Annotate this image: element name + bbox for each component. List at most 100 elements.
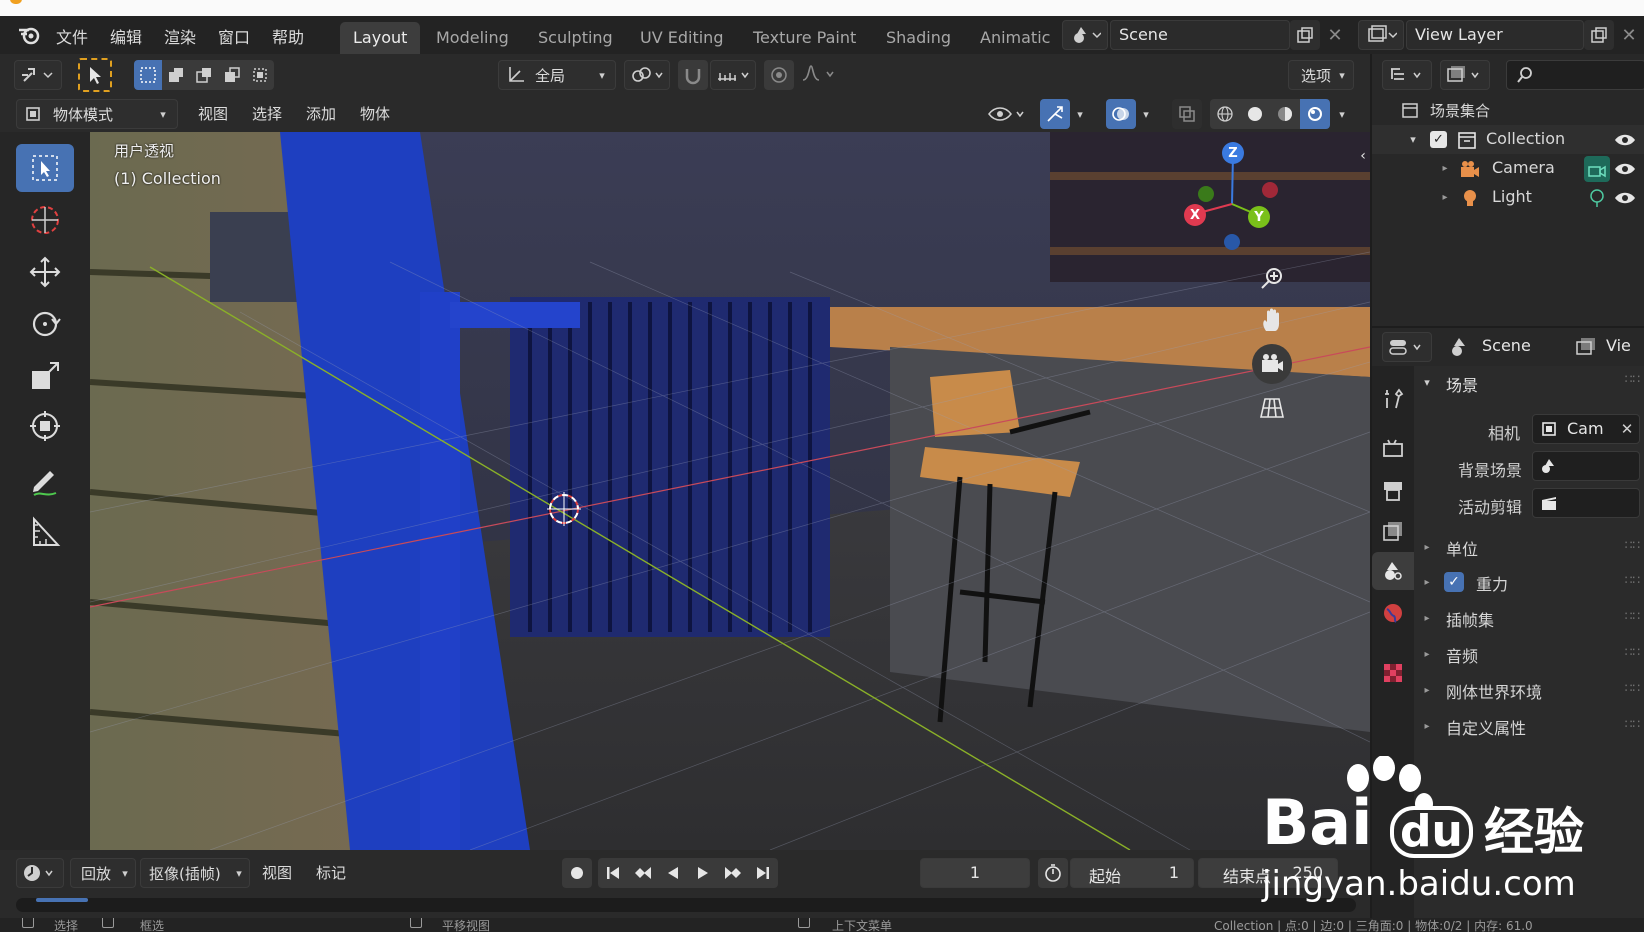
menu-select[interactable]: 选择 [252, 103, 282, 124]
menu-object[interactable]: 物体 [360, 103, 390, 124]
scene-selector-button[interactable] [1062, 20, 1108, 50]
3d-viewport[interactable]: 用户透视 (1) Collection Z X Y ‹ [90, 132, 1370, 850]
outliner-row-collection[interactable]: ▾ ✓ Collection [1372, 125, 1644, 154]
chevron-down-icon[interactable]: ▾ [1136, 102, 1156, 126]
light-data-icon[interactable] [1584, 187, 1610, 209]
tab-shading[interactable]: Shading [873, 22, 964, 54]
play-icon[interactable] [688, 858, 718, 888]
camera-data-icon[interactable] [1584, 156, 1610, 182]
properties-editor-type-button[interactable] [1382, 332, 1432, 362]
chevron-down-icon[interactable]: ▾ [1070, 102, 1090, 126]
expand-arrow-icon[interactable]: ▾ [1406, 131, 1420, 147]
gizmo-toggle-icon[interactable] [1040, 99, 1070, 129]
annotate-tool[interactable] [16, 458, 74, 506]
section-rigid-body-world[interactable]: 刚体世界环境 [1446, 679, 1542, 703]
timeline-scrubber[interactable] [16, 898, 1356, 912]
active-clip-field[interactable] [1532, 488, 1640, 518]
eye-icon[interactable] [1612, 129, 1638, 151]
delete-scene-icon[interactable]: ✕ [1322, 20, 1348, 50]
outliner-row-light[interactable]: ▸ Light [1372, 183, 1644, 212]
new-view-layer-icon[interactable] [1584, 20, 1614, 50]
gizmo-z-axis[interactable]: Z [1222, 142, 1244, 164]
display-mode-button[interactable] [1440, 60, 1490, 90]
new-scene-icon[interactable] [1290, 20, 1320, 50]
menu-window[interactable]: 窗口 [218, 24, 250, 48]
section-expand-icon[interactable]: ▸ [1420, 574, 1434, 590]
camera-view-icon[interactable] [1252, 344, 1292, 384]
outliner-row-camera[interactable]: ▸ Camera [1372, 154, 1644, 183]
texture-properties-icon[interactable] [1376, 656, 1410, 690]
menu-edit[interactable]: 编辑 [110, 24, 142, 48]
view-layer-properties-icon[interactable] [1376, 514, 1410, 548]
stopwatch-icon[interactable] [1038, 858, 1068, 888]
rendered-shading-icon[interactable] [1300, 99, 1330, 129]
play-reverse-icon[interactable] [658, 858, 688, 888]
collection-checkbox-icon[interactable]: ✓ [1430, 131, 1447, 148]
select-mode-invert-icon[interactable] [218, 60, 246, 90]
current-frame-field[interactable]: 1 [920, 858, 1030, 888]
panel-drag-icon[interactable]: ∷∷ [1625, 372, 1640, 386]
snap-target-dropdown[interactable] [710, 60, 756, 90]
section-gravity[interactable]: 重力 [1476, 571, 1508, 595]
expand-arrow-icon[interactable]: ▸ [1438, 189, 1452, 205]
view-layer-selector-button[interactable] [1358, 20, 1404, 50]
section-audio[interactable]: 音频 [1446, 643, 1478, 667]
wireframe-shading-icon[interactable] [1210, 99, 1240, 129]
material-preview-icon[interactable] [1270, 99, 1300, 129]
scale-tool[interactable] [16, 352, 74, 400]
panel-drag-icon[interactable]: ∷∷ [1625, 573, 1640, 587]
outliner-editor-type-button[interactable] [1382, 60, 1432, 90]
tool-properties-icon[interactable] [1376, 382, 1410, 416]
tab-sculpting[interactable]: Sculpting [525, 22, 626, 54]
ortho-grid-icon[interactable] [1252, 388, 1292, 428]
panel-drag-icon[interactable]: ∷∷ [1625, 645, 1640, 659]
camera-prop-field[interactable]: Cam ✕ [1532, 414, 1640, 444]
keying-dropdown[interactable]: 抠像(插帧) ▾ [140, 858, 250, 888]
view-layer-name-field[interactable]: View Layer [1406, 20, 1584, 50]
section-expand-icon[interactable]: ▸ [1420, 539, 1434, 555]
select-cursor-icon[interactable] [78, 58, 112, 92]
gizmo-y-axis[interactable]: Y [1248, 206, 1270, 228]
scene-name-field[interactable]: Scene [1110, 20, 1290, 50]
eye-icon[interactable] [1612, 187, 1638, 209]
panel-collapse-icon[interactable]: ▾ [1420, 374, 1434, 390]
output-properties-icon[interactable] [1376, 474, 1410, 508]
render-properties-icon[interactable] [1376, 432, 1410, 466]
tab-animation[interactable]: Animatic [967, 22, 1051, 54]
expand-arrow-icon[interactable]: ▸ [1438, 160, 1452, 176]
panel-drag-icon[interactable]: ∷∷ [1625, 681, 1640, 695]
props-view-tab[interactable]: Vie [1606, 336, 1644, 355]
transform-tool[interactable] [16, 402, 74, 450]
xray-toggle-icon[interactable] [1172, 99, 1202, 129]
timeline-menu-view[interactable]: 视图 [262, 862, 292, 883]
section-expand-icon[interactable]: ▸ [1420, 718, 1434, 734]
gizmo-x-axis[interactable]: X [1184, 204, 1206, 226]
pivot-point-dropdown[interactable] [624, 60, 670, 90]
delete-view-layer-icon[interactable]: ✕ [1616, 20, 1642, 50]
menu-render[interactable]: 渲染 [164, 24, 196, 48]
panel-drag-icon[interactable]: ∷∷ [1625, 538, 1640, 552]
select-mode-intersect-icon[interactable] [246, 60, 274, 90]
editor-type-button[interactable] [14, 60, 62, 90]
outliner-search-input[interactable] [1506, 60, 1644, 90]
section-keying-sets[interactable]: 插帧集 [1446, 607, 1494, 631]
tab-layout[interactable]: Layout [340, 22, 421, 54]
playback-dropdown[interactable]: 回放 ▾ [70, 858, 136, 888]
menu-add[interactable]: 添加 [306, 103, 336, 124]
section-custom-properties[interactable]: 自定义属性 [1446, 715, 1526, 739]
options-dropdown[interactable]: 选项 ▾ [1288, 60, 1354, 90]
tab-modeling[interactable]: Modeling [423, 22, 522, 54]
outliner-row-scene-collection[interactable]: 场景集合 [1372, 96, 1644, 125]
world-properties-icon[interactable] [1376, 596, 1410, 630]
background-scene-field[interactable] [1532, 451, 1640, 481]
overlay-toggle-icon[interactable] [1106, 99, 1136, 129]
rotate-tool[interactable] [16, 300, 74, 348]
select-mode-new-icon[interactable] [134, 60, 162, 90]
tab-uv-editing[interactable]: UV Editing [627, 22, 736, 54]
panel-drag-icon[interactable]: ∷∷ [1625, 609, 1640, 623]
start-frame-field[interactable]: 起始 1 [1070, 858, 1194, 888]
select-mode-extend-icon[interactable] [162, 60, 190, 90]
props-scene-tab[interactable]: Scene [1482, 336, 1531, 355]
mode-dropdown[interactable]: 物体模式 ▾ [16, 99, 178, 129]
section-units[interactable]: 单位 [1446, 536, 1478, 560]
